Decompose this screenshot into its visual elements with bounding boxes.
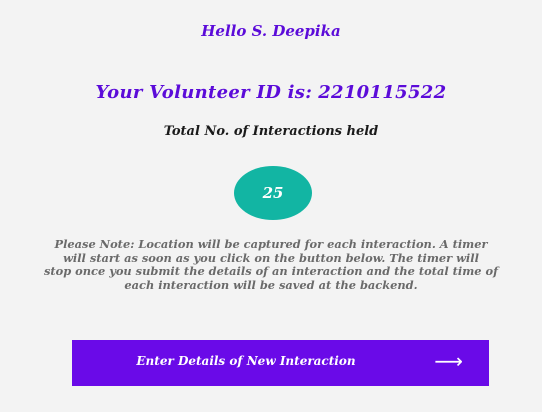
notice-line: each interaction will be saved at the ba… <box>124 277 418 292</box>
notice-line: will start as soon as you click on the b… <box>63 250 479 265</box>
dashboard-screen: Hello S. Deepika Your Volunteer ID is: 22… <box>0 0 542 412</box>
location-notice: Please Note: Location will be captured f… <box>0 237 542 292</box>
app-frame: Hello S. Deepika Your Volunteer ID is: 22… <box>0 0 542 414</box>
greeting-text: Hello S. Deepika <box>201 22 341 40</box>
notice-line: stop once you submit the details of an i… <box>43 264 499 279</box>
interactions-heading: Total No. of Interactions held <box>163 124 379 139</box>
enter-new-interaction-button[interactable]: Enter Details of New Interaction ⟶ <box>72 340 489 386</box>
volunteer-id-line: Your Volunteer ID is: 2210115522 <box>0 82 542 103</box>
volunteer-id-label: Your Volunteer ID is: <box>95 82 313 103</box>
interaction-count-badge: 25 <box>234 166 312 220</box>
arrow-right-icon: ⟶ <box>434 349 463 373</box>
notice-line: Please Note: Location will be captured f… <box>54 237 488 251</box>
volunteer-id-value: 2210115522 <box>318 82 447 103</box>
button-label: Enter Details of New Interaction <box>136 354 356 368</box>
